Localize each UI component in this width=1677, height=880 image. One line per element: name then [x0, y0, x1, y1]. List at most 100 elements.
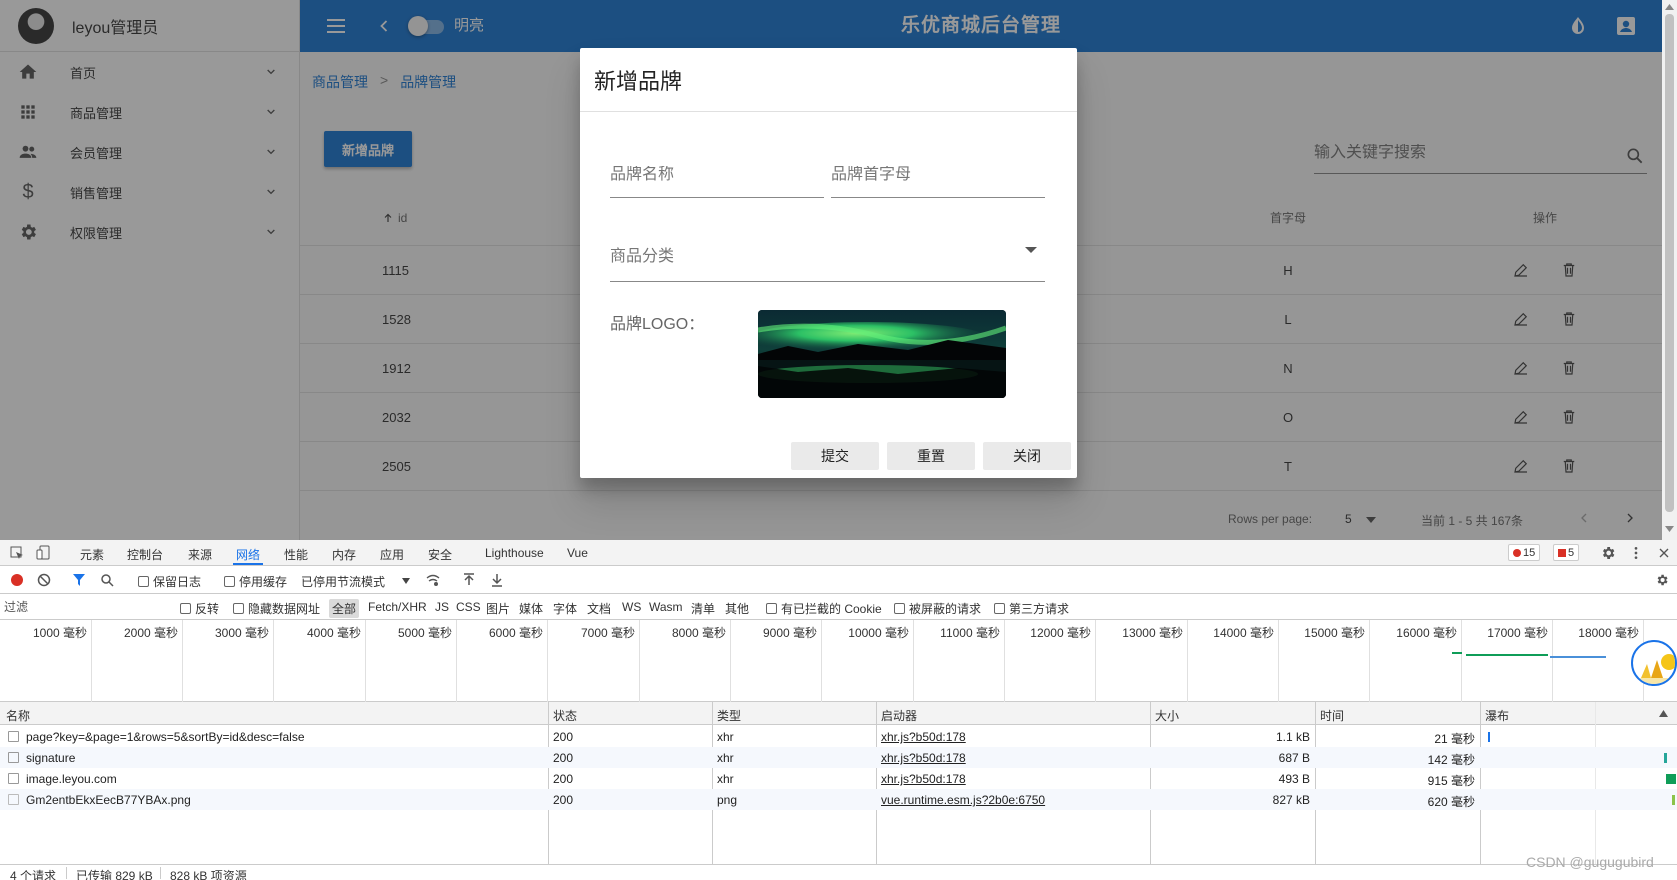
request-name: signature	[26, 751, 76, 765]
caret-down-icon[interactable]	[402, 578, 410, 584]
request-row[interactable]: image.leyou.com 200 xhr xhr.js?b50d:178 …	[0, 768, 1677, 789]
clear-icon[interactable]	[37, 573, 51, 587]
hide-data-urls-checkbox[interactable]: 隐藏数据网址	[233, 600, 320, 617]
scroll-down-icon[interactable]	[1665, 525, 1674, 532]
column-header-status[interactable]: 状态	[553, 707, 577, 724]
request-size: 1.1 kB	[1275, 730, 1310, 744]
timeline-tick: 12000 毫秒	[1005, 620, 1096, 702]
type-filter-manifest[interactable]: 清单	[688, 599, 718, 618]
device-toolbar-icon[interactable]	[36, 545, 50, 560]
request-row[interactable]: Gm2entbEkxEecB77YBAx.png 200 png vue.run…	[0, 789, 1677, 810]
brand-letter-input[interactable]	[831, 166, 1045, 184]
type-filter-xhr[interactable]: Fetch/XHR	[365, 599, 430, 615]
warning-badge[interactable]: 5	[1553, 544, 1580, 561]
request-initiator-link[interactable]: xhr.js?b50d:178	[881, 730, 966, 744]
invert-checkbox[interactable]: 反转	[180, 600, 219, 617]
request-row[interactable]: signature 200 xhr xhr.js?b50d:178 687 B …	[0, 747, 1677, 768]
type-filter-media[interactable]: 媒体	[516, 599, 546, 618]
request-name: image.leyou.com	[26, 772, 117, 786]
timeline-tick: 5000 毫秒	[366, 620, 457, 702]
request-type: xhr	[717, 772, 734, 786]
column-header-size[interactable]: 大小	[1155, 707, 1179, 724]
caret-down-icon	[1025, 247, 1037, 253]
network-settings-icon[interactable]	[1655, 573, 1669, 587]
timeline-bar	[1466, 654, 1548, 656]
more-vert-icon[interactable]	[1628, 545, 1644, 561]
tab-lighthouse[interactable]: Lighthouse	[485, 546, 544, 560]
network-overview-timeline[interactable]: 1000 毫秒 2000 毫秒 3000 毫秒 4000 毫秒 5000 毫秒 …	[0, 620, 1677, 702]
inspect-icon[interactable]	[10, 546, 24, 560]
export-icon[interactable]	[490, 573, 504, 587]
timeline-bar	[1550, 656, 1606, 658]
error-badge[interactable]: 15	[1508, 544, 1541, 561]
type-filter-wasm[interactable]: Wasm	[646, 599, 686, 615]
watermark-text: CSDN @gugugubird	[1526, 854, 1654, 870]
type-filter-ws[interactable]: WS	[619, 599, 644, 615]
disable-cache-checkbox[interactable]: 停用缓存	[224, 573, 287, 590]
page-scrollbar[interactable]	[1662, 0, 1677, 540]
timeline-tick: 7000 毫秒	[548, 620, 640, 702]
tab-performance[interactable]: 性能	[284, 546, 308, 563]
request-initiator-link[interactable]: xhr.js?b50d:178	[881, 751, 966, 765]
submit-button[interactable]: 提交	[791, 442, 879, 470]
category-label: 商品分类	[610, 248, 675, 265]
timeline-tick: 1000 毫秒	[0, 620, 92, 702]
tab-elements[interactable]: 元素	[80, 546, 104, 563]
search-icon[interactable]	[100, 573, 114, 587]
request-initiator-link[interactable]: xhr.js?b50d:178	[881, 772, 966, 786]
request-size: 827 kB	[1272, 793, 1310, 807]
tab-console[interactable]: 控制台	[127, 546, 163, 563]
type-filter-all[interactable]: 全部	[329, 599, 360, 618]
type-filter-other[interactable]: 其他	[722, 599, 752, 618]
tab-vue[interactable]: Vue	[567, 546, 588, 560]
column-header-type[interactable]: 类型	[717, 707, 741, 724]
import-icon[interactable]	[462, 573, 476, 587]
request-row[interactable]: page?key=&page=1&rows=5&sortBy=id&desc=f…	[0, 726, 1677, 747]
settings-gear-icon[interactable]	[1600, 545, 1616, 561]
type-filter-doc[interactable]: 文档	[584, 599, 614, 618]
column-header-time[interactable]: 时间	[1320, 707, 1344, 724]
type-filter-css[interactable]: CSS	[453, 599, 484, 615]
scroll-up-icon[interactable]	[1665, 4, 1674, 11]
type-filter-font[interactable]: 字体	[550, 599, 580, 618]
timeline-tick: 9000 毫秒	[731, 620, 822, 702]
reset-button[interactable]: 重置	[887, 442, 975, 470]
column-header-initiator[interactable]: 启动器	[881, 707, 917, 724]
column-header-waterfall[interactable]: 瀑布	[1485, 707, 1509, 724]
type-filter-img[interactable]: 图片	[483, 599, 513, 618]
request-name: Gm2entbEkxEecB77YBAx.png	[26, 793, 191, 807]
category-select[interactable]: 商品分类	[610, 240, 1045, 282]
tab-application[interactable]: 应用	[380, 546, 404, 563]
request-initiator-link[interactable]: vue.runtime.esm.js?2b0e:6750	[881, 793, 1045, 807]
blocked-cookies-checkbox[interactable]: 有已拦截的 Cookie	[766, 600, 882, 617]
third-party-checkbox[interactable]: 第三方请求	[994, 600, 1069, 617]
record-icon[interactable]	[10, 573, 24, 587]
column-header-name[interactable]: 名称	[6, 707, 30, 724]
tab-sources[interactable]: 来源	[188, 546, 212, 563]
filter-icon[interactable]	[72, 573, 86, 587]
close-icon[interactable]	[1656, 545, 1672, 561]
sort-up-icon[interactable]	[1659, 710, 1668, 717]
scrollbar-thumb[interactable]	[1665, 14, 1674, 512]
timeline-tick: 6000 毫秒	[457, 620, 548, 702]
dialog-title: 新增品牌	[594, 69, 683, 94]
tab-security[interactable]: 安全	[428, 546, 452, 563]
tab-memory[interactable]: 内存	[332, 546, 356, 563]
filter-bar: 反转 隐藏数据网址 全部 Fetch/XHR JS CSS 图片 媒体 字体 文…	[0, 594, 1677, 620]
brand-name-input[interactable]	[610, 166, 824, 184]
blocked-requests-checkbox[interactable]: 被屏蔽的请求	[894, 600, 981, 617]
type-filter-js[interactable]: JS	[432, 599, 452, 615]
image-file-icon	[8, 794, 19, 805]
brand-letter-field	[831, 166, 1045, 198]
network-toolbar: 保留日志 停用缓存 已停用节流模式	[0, 567, 1677, 594]
throttle-select[interactable]: 已停用节流模式	[301, 573, 385, 590]
preserve-log-checkbox[interactable]: 保留日志	[138, 573, 201, 590]
network-conditions-icon[interactable]	[426, 573, 440, 587]
logo-preview-image[interactable]	[758, 310, 1006, 398]
tab-network[interactable]: 网络	[236, 546, 260, 563]
close-button[interactable]: 关闭	[983, 442, 1071, 470]
filter-input[interactable]	[4, 598, 164, 616]
overview-thumbnail[interactable]	[1631, 640, 1677, 686]
timeline-tick: 15000 毫秒	[1279, 620, 1370, 702]
xhr-file-icon	[8, 731, 19, 742]
